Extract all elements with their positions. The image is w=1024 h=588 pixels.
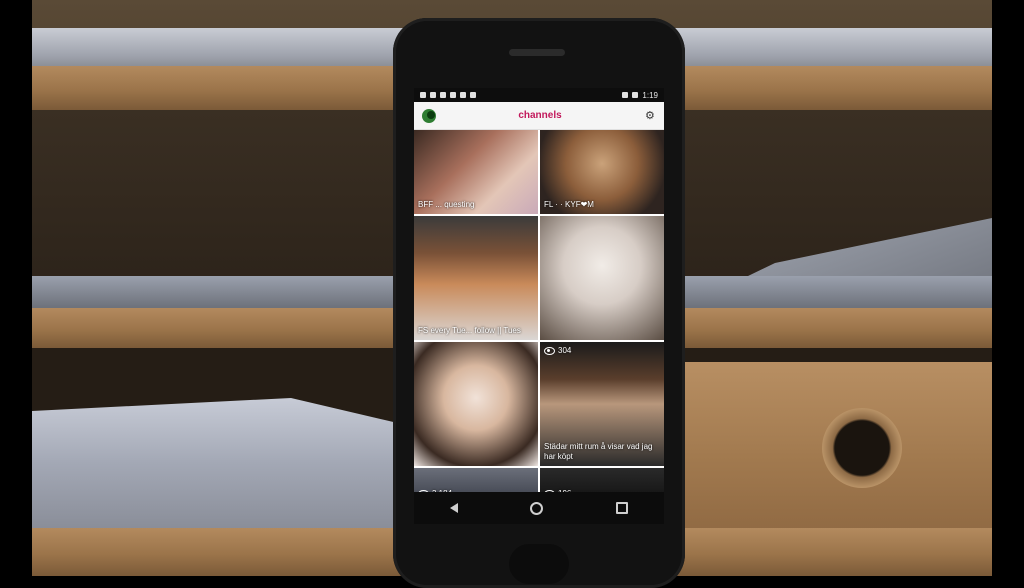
eye-icon	[544, 346, 555, 355]
phone-speaker	[509, 49, 565, 56]
android-nav-bar	[414, 492, 664, 524]
app-bar: channels ⚙	[414, 102, 664, 130]
phone-screen: 1:19 channels ⚙ BFF ... questing FL · · …	[414, 88, 664, 524]
back-icon[interactable]	[450, 503, 459, 513]
notification-icon	[470, 92, 476, 98]
notification-icon	[460, 92, 466, 98]
wifi-icon	[622, 92, 629, 98]
tile-caption: FL · · KYF❤M	[544, 200, 594, 209]
status-bar: 1:19	[414, 88, 664, 102]
tile-caption: Städar mitt rum å visar vad jag har köpt	[544, 442, 653, 461]
gear-icon[interactable]: ⚙	[644, 110, 656, 122]
notification-icon	[450, 92, 456, 98]
recents-icon[interactable]	[615, 502, 628, 514]
channel-tile[interactable]	[540, 216, 664, 340]
notification-icon	[420, 92, 426, 98]
channel-tile[interactable]: BFF ... questing	[414, 130, 538, 214]
tile-caption: BFF ... questing	[418, 200, 475, 209]
home-icon[interactable]	[530, 501, 544, 515]
drawer-knob-hole	[822, 408, 902, 488]
view-count: 304	[544, 346, 571, 355]
status-time: 1:19	[642, 90, 658, 100]
channel-grid: BFF ... questing FL · · KYF❤M FS every T…	[414, 130, 664, 502]
notification-icon	[430, 92, 436, 98]
view-count-value: 304	[558, 346, 572, 355]
battery-icon	[632, 92, 639, 98]
app-title: channels	[518, 110, 562, 121]
smartphone: 1:19 channels ⚙ BFF ... questing FL · · …	[393, 18, 685, 588]
channel-tile[interactable]: FS every Tue... follow || Tues	[414, 216, 538, 340]
paper-stack-lower	[32, 398, 402, 528]
channel-tile[interactable]	[414, 342, 538, 466]
app-logo-icon[interactable]	[422, 108, 436, 123]
channel-tile[interactable]: 304 Städar mitt rum å visar vad jag har …	[540, 342, 664, 466]
notification-icon	[440, 92, 446, 98]
tile-caption: FS every Tue... follow || Tues	[418, 326, 521, 335]
channel-tile[interactable]: FL · · KYF❤M	[540, 130, 664, 214]
phone-home-button	[509, 544, 569, 584]
